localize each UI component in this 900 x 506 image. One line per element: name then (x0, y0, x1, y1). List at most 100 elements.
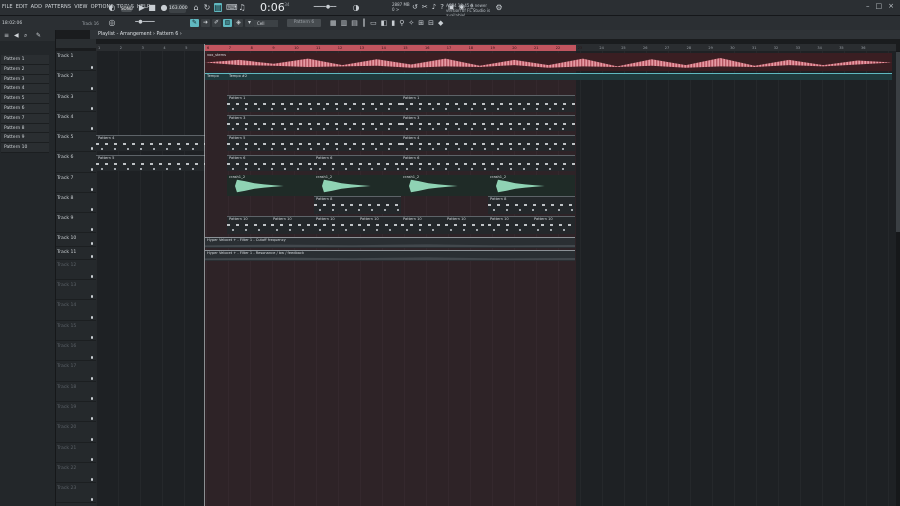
menu-file[interactable]: FILE (2, 4, 13, 10)
pattern-clip[interactable]: Pattern 10 (314, 216, 358, 234)
track-mute-led[interactable] (90, 66, 93, 69)
tempo-clip[interactable]: Tempo #2 (227, 73, 892, 80)
minimize-icon[interactable]: – (866, 2, 870, 10)
pattern-clip[interactable]: Pattern 10 (401, 216, 445, 234)
metronome-icon[interactable]: ⌂ (192, 3, 200, 12)
bin-icon[interactable]: ▾ (245, 19, 254, 27)
pattern-clip[interactable]: Pattern 8 (488, 196, 575, 214)
maximize-icon[interactable]: □ (876, 2, 883, 10)
pattern-list-item[interactable]: Pattern 10 (1, 143, 49, 153)
browser-search-icon[interactable]: ⌕ (24, 32, 27, 40)
track-mute-led[interactable] (90, 242, 93, 245)
automation-clip[interactable]: Hyper Velocet + - Filter 1 - Cutoff freq… (205, 237, 575, 248)
track-mute-led[interactable] (90, 147, 93, 150)
pattern-clip[interactable]: Pattern 3 (401, 115, 575, 131)
refresh-icon[interactable]: ↺ (412, 3, 418, 11)
browser-back-icon[interactable]: ◀ (14, 32, 19, 39)
loop-record-icon[interactable]: ↻ (203, 3, 211, 12)
channel-rack-icon[interactable]: ▤ (351, 19, 358, 27)
track-header[interactable]: Track 8 (56, 193, 96, 213)
track-mute-led[interactable] (90, 255, 93, 258)
track-mute-led[interactable] (90, 127, 93, 130)
track-header[interactable]: Track 11 (56, 247, 96, 260)
pattern-clip[interactable]: Pattern 10 (445, 216, 488, 234)
audio-clip[interactable]: crash1_2 (488, 175, 575, 196)
track-mute-led[interactable] (90, 208, 93, 211)
pattern-clip[interactable]: Pattern 6 (401, 155, 575, 171)
pattern-clip[interactable]: Pattern 10 (358, 216, 401, 234)
track-header[interactable]: Track 19 (56, 402, 96, 422)
mixer-icon[interactable]: ║ (362, 19, 366, 27)
pattern-clip[interactable]: Pattern 1 (227, 95, 401, 112)
audio-clip[interactable]: vox_stems (205, 53, 892, 71)
volume-icon[interactable]: ◈ (234, 19, 243, 27)
pattern-list-item[interactable]: Pattern 6 (1, 103, 49, 114)
track-mute-led[interactable] (90, 498, 93, 501)
pattern-clip[interactable]: Pattern 5 (96, 155, 205, 171)
record-icon[interactable]: ● (160, 3, 168, 12)
track-header[interactable]: Track 2 (56, 71, 96, 92)
menu-patterns[interactable]: PATTERNS (45, 4, 71, 10)
track-header[interactable]: Track 7 (56, 173, 96, 193)
wave-icon[interactable]: ◐ (108, 3, 116, 12)
main-pitch-slider[interactable]: ━●━━━━ (130, 18, 160, 27)
cut-icon[interactable]: ✂ (422, 3, 428, 11)
pattern-list-item[interactable]: Pattern 1 (1, 55, 49, 65)
pattern-clip[interactable]: Pattern 10 (488, 216, 532, 234)
track-header[interactable]: Track 3 (56, 92, 96, 112)
paint-icon[interactable]: ▧ (223, 19, 232, 27)
mixer-knob-icon[interactable]: ◎ (108, 18, 116, 27)
track-header[interactable]: Track 13 (56, 280, 96, 300)
track-mute-led[interactable] (90, 417, 93, 420)
track-header[interactable]: Track 15 (56, 321, 96, 341)
track-mute-led[interactable] (90, 275, 93, 278)
track-header[interactable]: Track 18 (56, 382, 96, 402)
track-header[interactable]: Track 4 (56, 112, 96, 132)
close-icon[interactable]: × (888, 2, 894, 10)
pattern-clip[interactable]: Pattern 10 (532, 216, 575, 234)
tool-icon[interactable]: ✧ (408, 19, 414, 27)
track-header[interactable]: Track 20 (56, 422, 96, 443)
master-volume-slider[interactable]: ━━━━●━━ (305, 3, 345, 12)
playlist-title[interactable]: Playlist - Arrangement › Pattern 6 › (90, 30, 900, 39)
track-mute-led[interactable] (90, 478, 93, 481)
pattern-clip[interactable]: Pattern 10 (227, 216, 271, 234)
track-mute-led[interactable] (90, 377, 93, 380)
track-mute-led[interactable] (90, 336, 93, 339)
track-header[interactable]: Track 10 (56, 233, 96, 247)
blend-notes-icon[interactable]: ♫ (238, 3, 246, 12)
stop-icon[interactable]: ■ (148, 3, 156, 12)
step-edit-icon[interactable]: ▤ (214, 3, 222, 12)
mic-icon[interactable]: ♪ (432, 3, 436, 11)
pattern-list-item[interactable]: Pattern 5 (1, 94, 49, 104)
mixer-view-icon[interactable]: ⊞ (418, 19, 424, 27)
typing-keyboard-icon[interactable]: ⌨ (226, 3, 238, 12)
stats-icon[interactable]: ▮ (391, 19, 395, 27)
automation-clip[interactable]: Hyper Velocet + - Filter 1 - Resonance /… (205, 250, 575, 261)
settings-gear-icon[interactable]: ⚙ (495, 3, 503, 12)
track-mute-led[interactable] (90, 188, 93, 191)
draw-mode-icon[interactable]: ✎ (190, 19, 199, 27)
track-mute-led[interactable] (90, 107, 93, 110)
master-pitch-icon[interactable]: ◑ (352, 3, 360, 12)
pattern-list-item[interactable]: Pattern 7 (1, 113, 49, 124)
pin-icon[interactable]: ◆ (438, 19, 443, 27)
audio-clip[interactable]: crash1_2 (227, 175, 314, 196)
playhead[interactable] (204, 44, 205, 506)
track-header[interactable]: Track 16 (56, 341, 96, 361)
vertical-scrollbar-thumb[interactable] (896, 52, 900, 232)
track-header[interactable]: Track 9 (56, 213, 96, 233)
edison-icon[interactable]: ⚲ (399, 19, 404, 27)
pattern-clip[interactable]: Pattern 6 (314, 155, 401, 171)
menu-add[interactable]: ADD (31, 4, 42, 10)
pattern-clip[interactable]: Pattern 4 (96, 135, 205, 151)
pattern-list-item[interactable]: Pattern 3 (1, 74, 49, 85)
snap-select[interactable]: Cell (254, 20, 278, 27)
track-mute-led[interactable] (90, 397, 93, 400)
arrow-icon[interactable]: ➜ (201, 19, 210, 27)
pattern-list-item[interactable]: Pattern 2 (1, 64, 49, 75)
track-header[interactable]: Track 12 (56, 260, 96, 280)
pattern-clip[interactable]: Pattern 4 (401, 135, 575, 151)
pattern-clip[interactable]: Pattern 6 (227, 155, 314, 171)
browser-icon[interactable]: ▭ (370, 19, 377, 27)
